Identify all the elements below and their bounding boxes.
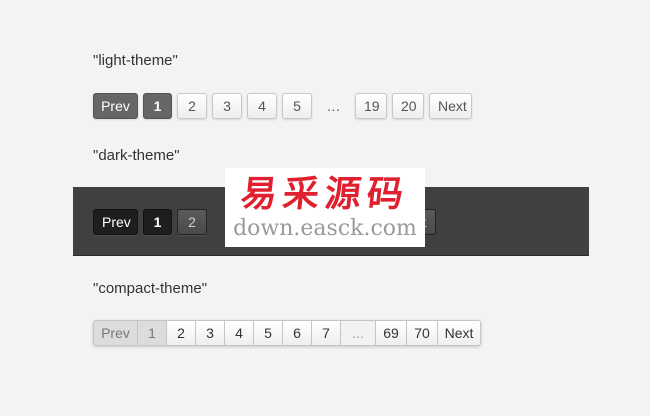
compact-page-button-5[interactable]: 5 bbox=[254, 320, 283, 346]
pagination-ellipsis: … bbox=[326, 98, 341, 114]
compact-page-button-3[interactable]: 3 bbox=[196, 320, 225, 346]
compact-page-button-6[interactable]: 6 bbox=[283, 320, 312, 346]
compact-page-button-4[interactable]: 4 bbox=[225, 320, 254, 346]
light-theme-label: "light-theme" bbox=[93, 52, 178, 69]
page-button-19[interactable]: 19 bbox=[355, 93, 387, 119]
page-button-1[interactable]: 1 bbox=[143, 93, 172, 119]
compact-page-button-70[interactable]: 70 bbox=[407, 320, 438, 346]
dark-prev-button[interactable]: Prev bbox=[93, 209, 138, 235]
compact-next-button[interactable]: Next bbox=[438, 320, 481, 346]
page-button-5[interactable]: 5 bbox=[282, 93, 312, 119]
compact-prev-button[interactable]: Prev bbox=[93, 320, 138, 346]
light-theme-pagination: Prev 1 2 3 4 5 … 19 20 Next bbox=[93, 93, 477, 119]
dark-page-button-1[interactable]: 1 bbox=[143, 209, 172, 235]
compact-theme-pagination: Prev 1 2 3 4 5 6 7 ... 69 70 Next bbox=[93, 320, 481, 346]
compact-page-button-7[interactable]: 7 bbox=[312, 320, 341, 346]
compact-page-button-1[interactable]: 1 bbox=[138, 320, 167, 346]
dark-theme-pagination: Prev 1 2 bbox=[93, 209, 212, 235]
compact-page-button-69[interactable]: 69 bbox=[376, 320, 407, 346]
page-button-2[interactable]: 2 bbox=[177, 93, 207, 119]
watermark-url-text: down.easck.com bbox=[233, 216, 417, 241]
next-button[interactable]: Next bbox=[429, 93, 472, 119]
page-button-20[interactable]: 20 bbox=[392, 93, 424, 119]
dark-page-button-2[interactable]: 2 bbox=[177, 209, 207, 235]
page-button-3[interactable]: 3 bbox=[212, 93, 242, 119]
compact-page-button-2[interactable]: 2 bbox=[167, 320, 196, 346]
dark-theme-label: "dark-theme" bbox=[93, 147, 180, 164]
page-button-4[interactable]: 4 bbox=[247, 93, 277, 119]
compact-theme-label: "compact-theme" bbox=[93, 280, 208, 297]
compact-pagination-ellipsis: ... bbox=[341, 320, 376, 346]
watermark-logo: 易采源码 down.easck.com bbox=[225, 168, 425, 247]
prev-button[interactable]: Prev bbox=[93, 93, 138, 119]
watermark-chinese-text: 易采源码 bbox=[238, 173, 412, 215]
